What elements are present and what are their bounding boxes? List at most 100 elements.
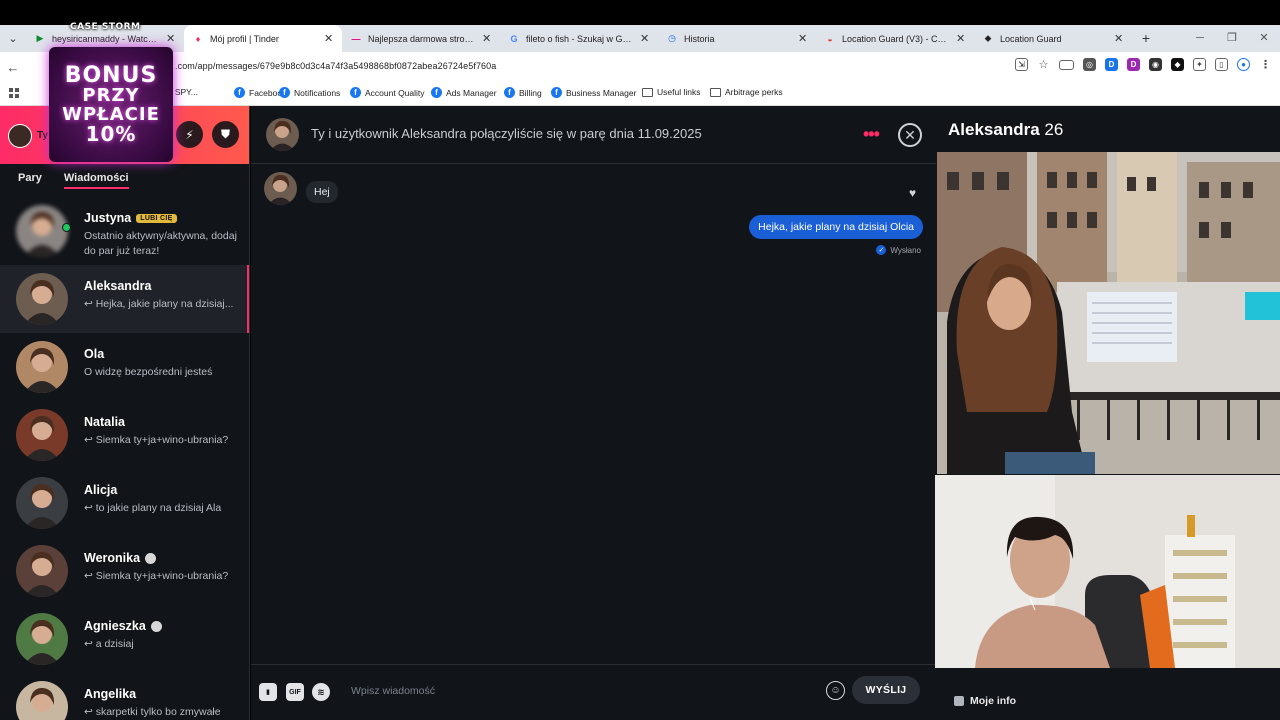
spotify-icon[interactable]: ≋ — [312, 683, 330, 701]
tab-close-icon[interactable]: ✕ — [482, 32, 492, 45]
bookmark-label: Billing — [519, 87, 542, 98]
gif-button[interactable]: GIF — [286, 683, 304, 701]
boost-icon[interactable]: ⚡ — [176, 121, 203, 148]
browser-tab[interactable]: Gfileto o fish - Szukaj w Google ✕ — [500, 25, 658, 52]
bookmark-label: Business Manager — [566, 87, 637, 98]
back-arrow-icon[interactable]: ← — [0, 60, 26, 75]
contact-card-icon[interactable]: ▮ — [259, 683, 277, 701]
conversation-item[interactable]: Natalia ↩ Siemka ty+ja+wino-ubrania? — [0, 401, 249, 469]
conversation-item[interactable]: Aleksandra ↩ Hejka, jakie plany na dzisia… — [0, 265, 249, 333]
conversation-name-text: Angelika — [84, 687, 137, 701]
conversation-name: Weronika — [84, 551, 157, 565]
conversation-item[interactable]: Justyna LUBI CIĘ Ostatnio aktywny/aktywna,… — [0, 197, 249, 265]
tab-close-icon[interactable]: ✕ — [1114, 32, 1124, 45]
profile-icon[interactable]: ● — [1237, 58, 1250, 71]
side-panel-icon[interactable]: ▯ — [1215, 58, 1228, 71]
tab-close-icon[interactable]: ✕ — [324, 32, 334, 45]
bookmark-label: Account Quality — [365, 87, 425, 98]
match-date-title: Ty i użytkownik Aleksandra połączyliście… — [311, 126, 702, 141]
conversation-name-text: Agnieszka — [84, 619, 146, 633]
extension-spy-icon[interactable]: ◉ — [1149, 58, 1162, 71]
match-avatar[interactable] — [266, 118, 299, 151]
bookmark-item[interactable]: f Account Quality — [350, 87, 425, 98]
browser-tab[interactable]: ⬥ Location Guard ✕ — [974, 25, 1132, 52]
conversation-name-text: Weronika — [84, 551, 141, 565]
conversation-preview: ↩ Siemka ty+ja+wino-ubrania? — [84, 434, 229, 446]
new-tab-icon[interactable]: + — [1132, 25, 1160, 52]
screen-top-band — [0, 0, 1280, 25]
extension-icon[interactable]: ◎ — [1083, 58, 1096, 71]
browser-tab[interactable]: — Najlepsza darmowa strona i ap ✕ — [342, 25, 500, 52]
bookmark-label: Notifications — [294, 87, 341, 98]
tab-close-icon[interactable]: ✕ — [166, 32, 176, 45]
maximize-icon[interactable]: ❐ — [1216, 25, 1248, 52]
tab-close-icon[interactable]: ✕ — [640, 32, 650, 45]
browser-menu-icon[interactable]: ⋮ — [1259, 58, 1272, 71]
my-profile-label[interactable]: Ty — [37, 130, 48, 141]
verified-badge-icon — [150, 620, 162, 632]
my-info-button[interactable]: Moje info — [954, 695, 1016, 707]
tab-messages[interactable]: Wiadomości — [63, 172, 129, 189]
bookmark-item[interactable]: f Business Manager — [551, 87, 636, 98]
browser-tab[interactable]: ◒ Location Guard (V3) - Chrome ✕ — [816, 25, 974, 52]
conversation-name: Agnieszka — [84, 619, 162, 633]
profile-photo[interactable] — [937, 152, 1280, 474]
incoming-message-avatar — [264, 172, 297, 205]
bookmark-item[interactable]: f Notifications — [279, 87, 340, 98]
browser-tab[interactable]: ◷ Historia ✕ — [658, 25, 816, 52]
tab-title: Mój profil | Tinder — [210, 33, 279, 44]
conversation-item[interactable]: Agnieszka ↩ a dzisiaj — [0, 605, 249, 673]
send-button[interactable]: WYŚLIJ — [852, 676, 920, 704]
conversation-item[interactable]: Alicja ↩ to jakie plany na dzisiaj Ala — [0, 469, 249, 537]
bookmark-item[interactable]: f Billing — [504, 87, 542, 98]
tab-close-icon[interactable]: ✕ — [798, 32, 808, 45]
extension-d-icon[interactable]: D — [1105, 58, 1118, 71]
conversation-item[interactable]: Angelika ↩ skarpetki tylko bo zmywałe — [0, 673, 249, 720]
window-close-icon[interactable]: ✕ — [1248, 25, 1280, 52]
tab-title: Najlepsza darmowa strona i ap — [368, 33, 476, 44]
chat-panel: Ty i użytkownik Aleksandra połączyliście… — [251, 106, 936, 720]
bookmark-item[interactable]: f Ads Manager — [431, 87, 497, 98]
toolbar-extensions: ⇲ ☆ ◎ D D ◉ ⬥ ✦ ▯ ● ⋮ — [1015, 58, 1272, 71]
extensions-puzzle-icon[interactable]: ✦ — [1193, 58, 1206, 71]
extension-p-icon[interactable]: D — [1127, 58, 1140, 71]
conversation-item[interactable]: Ola O widzę bezpośredni jesteś — [0, 333, 249, 401]
conversation-name: Alicja — [84, 483, 117, 497]
tab-favicon-icon: ♦ — [195, 33, 201, 44]
tab-list: ▶ heysiricanmaddy - Watch Clips ✕ ♦ Mój prof… — [26, 25, 1132, 52]
tab-close-icon[interactable]: ✕ — [956, 32, 966, 45]
shield-icon[interactable]: ⛊ — [212, 121, 239, 148]
like-heart-icon[interactable]: ♥ — [909, 186, 916, 200]
window-controls: ─ ❐ ✕ — [1184, 25, 1280, 52]
bonus-line-4: 10% — [85, 122, 137, 147]
streamer-webcam — [935, 475, 1280, 668]
conversation-avatar — [16, 409, 68, 461]
bookmark-item[interactable]: Useful links — [642, 87, 700, 97]
bookmark-item[interactable]: Arbitrage perks — [710, 87, 783, 97]
conversation-name: Ola — [84, 347, 104, 361]
browser-tab[interactable]: ♦ Mój profil | Tinder ✕ — [184, 25, 342, 52]
conversation-preview: Ostatnio aktywny/aktywna, dodaj do par j… — [84, 230, 237, 258]
conversation-preview: O widzę bezpośredni jesteś — [84, 366, 213, 378]
my-avatar[interactable] — [8, 124, 32, 148]
conversation-item[interactable]: Weronika ↩ Siemka ty+ja+wino-ubrania? — [0, 537, 249, 605]
folder-icon — [710, 87, 721, 97]
tab-matches[interactable]: Pary — [18, 172, 42, 189]
conversation-preview: ↩ skarpetki tylko bo zmywałe — [84, 706, 221, 718]
minimize-icon[interactable]: ─ — [1184, 25, 1216, 52]
location-guard-icon[interactable]: ⬥ — [1171, 58, 1184, 71]
message-input[interactable]: Wpisz wiadomość — [351, 685, 435, 697]
emoji-icon[interactable]: ☺ — [826, 681, 845, 700]
install-app-icon[interactable]: ⇲ — [1015, 58, 1028, 71]
conversation-avatar — [16, 477, 68, 529]
close-chat-icon[interactable]: ✕ — [898, 123, 922, 147]
more-options-icon[interactable]: ••• — [863, 124, 880, 145]
bookmark-star-icon[interactable]: ☆ — [1037, 58, 1050, 71]
camera-icon[interactable] — [1059, 59, 1074, 70]
apps-grid-icon[interactable] — [9, 88, 19, 98]
url-field[interactable]: .com/app/messages/679e9b8c0d3c4a74f3a549… — [175, 61, 496, 71]
info-icon — [954, 696, 964, 706]
conversation-name-text: Ola — [84, 347, 105, 361]
profile-name: Aleksandra — [948, 120, 1040, 139]
tab-search-icon[interactable]: ⌄ — [0, 25, 26, 52]
